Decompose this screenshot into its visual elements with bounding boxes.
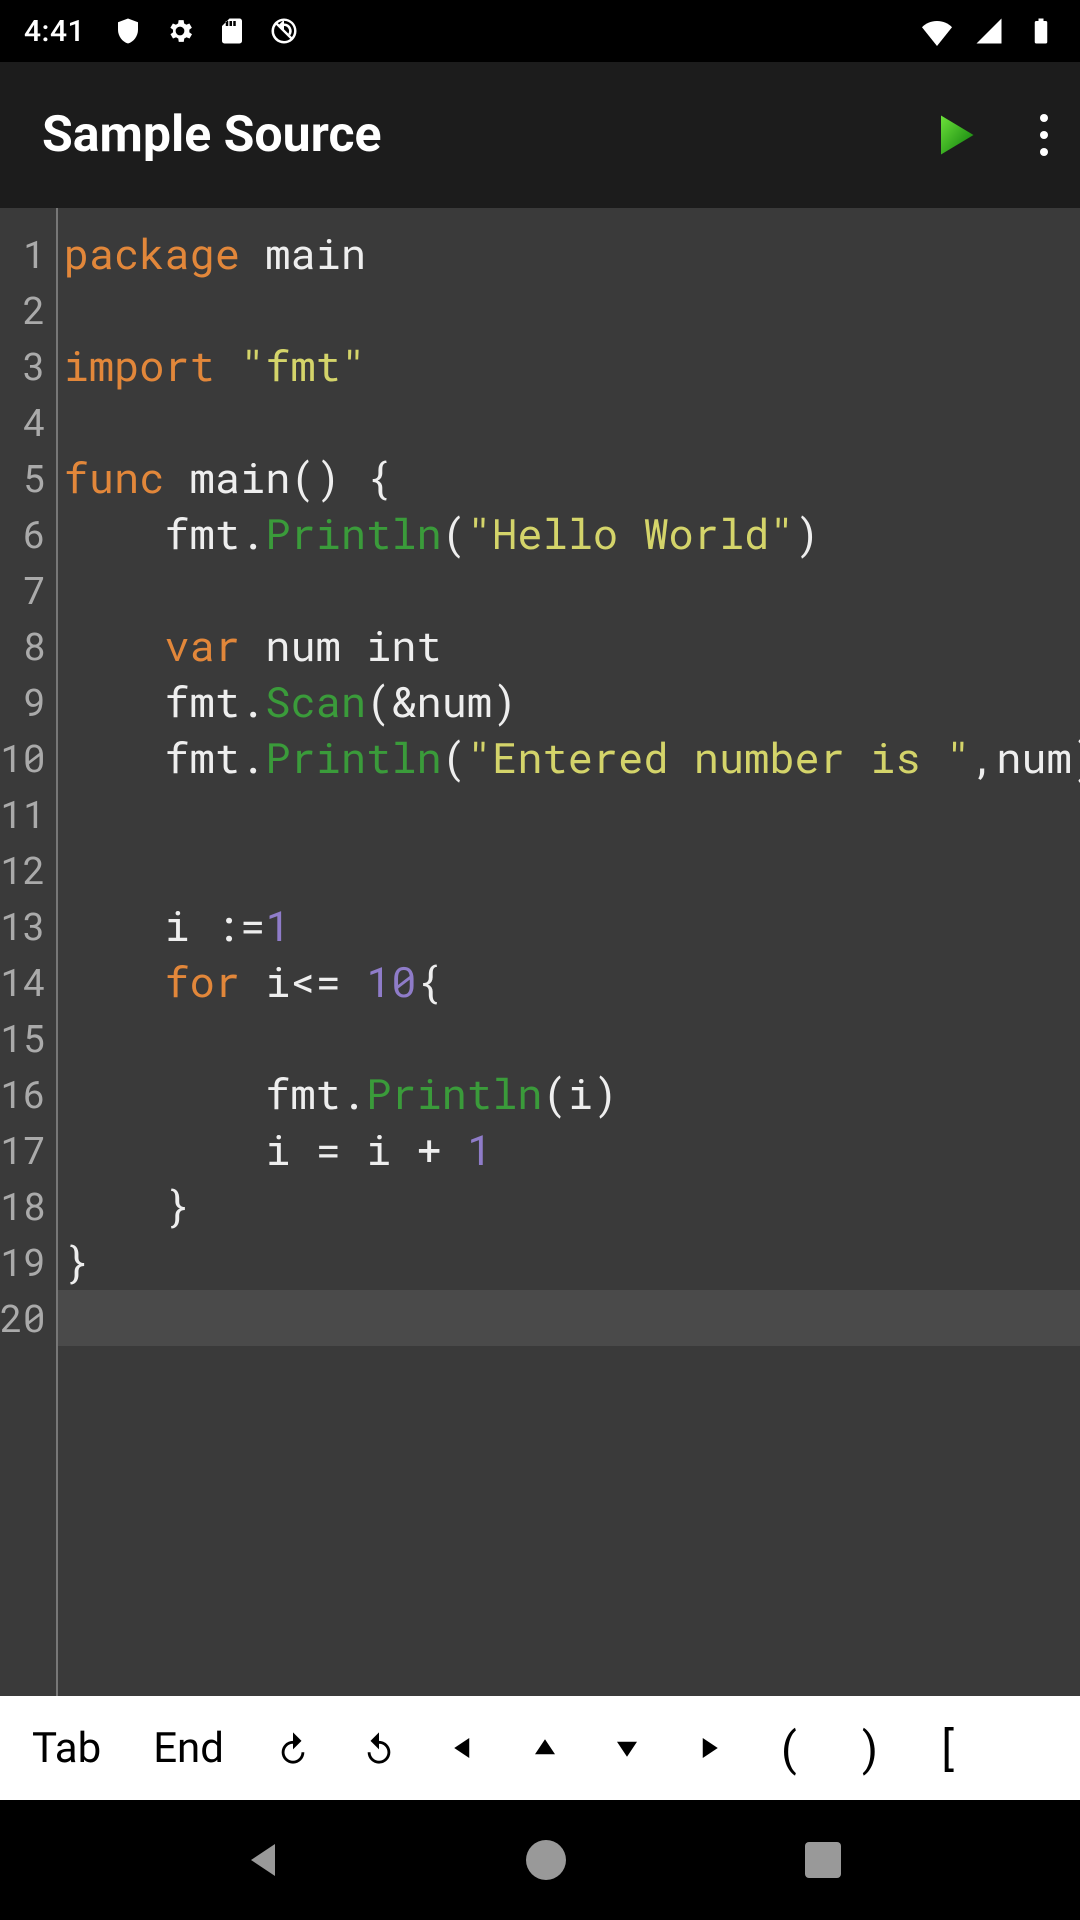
cell-signal-icon bbox=[974, 16, 1004, 46]
status-time: 4:41 bbox=[24, 14, 85, 49]
arrow-down-key[interactable] bbox=[586, 1696, 668, 1800]
left-paren-key[interactable]: ( bbox=[750, 1696, 830, 1800]
nav-back-button[interactable] bbox=[239, 1836, 287, 1884]
shield-icon bbox=[113, 16, 143, 46]
status-left: 4:41 bbox=[24, 14, 299, 49]
undo-key[interactable] bbox=[250, 1696, 336, 1800]
overflow-menu-button[interactable] bbox=[1034, 108, 1054, 162]
sd-card-icon bbox=[217, 16, 247, 46]
nav-recent-button[interactable] bbox=[805, 1842, 841, 1878]
code-editor[interactable]: 1234567891011121314151617181920 package … bbox=[0, 208, 1080, 1696]
end-key[interactable]: End bbox=[127, 1696, 250, 1800]
shortcut-key-row: Tab End ( ) [ bbox=[0, 1696, 1080, 1800]
arrow-up-key[interactable] bbox=[504, 1696, 586, 1800]
tab-key[interactable]: Tab bbox=[6, 1696, 127, 1800]
android-nav-bar bbox=[0, 1800, 1080, 1920]
code-content[interactable]: package main import "fmt" func main() { … bbox=[58, 208, 1080, 1346]
arrow-right-key[interactable] bbox=[668, 1696, 750, 1800]
no-sync-icon bbox=[269, 16, 299, 46]
battery-icon bbox=[1026, 16, 1056, 46]
app-actions bbox=[928, 108, 1054, 162]
app-bar: Sample Source bbox=[0, 62, 1080, 208]
status-bar: 4:41 bbox=[0, 0, 1080, 62]
nav-home-button[interactable] bbox=[526, 1840, 566, 1880]
wifi-icon bbox=[922, 16, 952, 46]
status-right bbox=[922, 16, 1056, 46]
page-title: Sample Source bbox=[42, 106, 382, 164]
run-button[interactable] bbox=[928, 109, 980, 161]
arrow-left-key[interactable] bbox=[422, 1696, 504, 1800]
line-gutter: 1234567891011121314151617181920 bbox=[0, 208, 58, 1696]
redo-key[interactable] bbox=[336, 1696, 422, 1800]
right-paren-key[interactable]: ) bbox=[830, 1696, 910, 1800]
gear-icon bbox=[165, 16, 195, 46]
left-bracket-key[interactable]: [ bbox=[909, 1696, 989, 1800]
